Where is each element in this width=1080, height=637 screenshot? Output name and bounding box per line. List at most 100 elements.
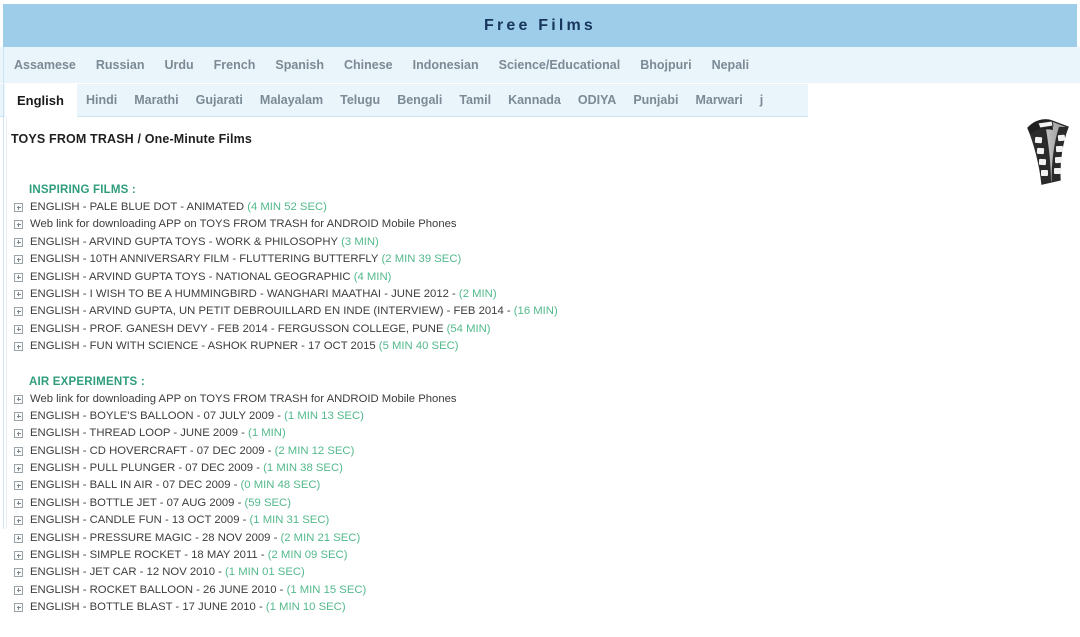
list-item[interactable]: ENGLISH - CD HOVERCRAFT - 07 DEC 2009 - …: [11, 443, 1011, 460]
expand-plus-icon[interactable]: [14, 203, 23, 212]
expand-plus-icon[interactable]: [14, 481, 23, 491]
film-title-link[interactable]: ENGLISH - 10TH ANNIVERSARY FILM - FLUTTE…: [30, 251, 378, 268]
nav-tab-marathi[interactable]: Marathi: [134, 93, 178, 107]
film-title-link[interactable]: ENGLISH - SIMPLE ROCKET - 18 MAY 2011 -: [30, 547, 265, 564]
film-title-link[interactable]: ENGLISH - I WISH TO BE A HUMMINGBIRD - W…: [30, 286, 456, 303]
film-title-link[interactable]: ENGLISH - PULL PLUNGER - 07 DEC 2009 -: [30, 460, 260, 477]
film-title-link[interactable]: ENGLISH - JET CAR - 12 NOV 2010 -: [30, 564, 222, 581]
expand-plus-icon[interactable]: [14, 464, 23, 474]
film-title-link[interactable]: ENGLISH - BALL IN AIR - 07 DEC 2009 -: [30, 477, 237, 494]
nav-tab-nepali[interactable]: Nepali: [712, 58, 750, 72]
expand-plus-icon[interactable]: [14, 272, 23, 282]
list-item[interactable]: ENGLISH - PROF. GANESH DEVY - FEB 2014 -…: [11, 321, 1011, 338]
list-item[interactable]: ENGLISH - FUN WITH SCIENCE - ASHOK RUPNE…: [11, 338, 1011, 355]
film-duration: (2 MIN 12 SEC): [271, 444, 355, 457]
list-item[interactable]: ENGLISH - ARVIND GUPTA TOYS - NATIONAL G…: [11, 269, 1011, 286]
nav-tab-odiya[interactable]: ODIYA: [578, 93, 616, 107]
list-item[interactable]: ENGLISH - THREAD LOOP - JUNE 2009 - (1 M…: [11, 425, 1011, 442]
nav-tab-gujarati[interactable]: Gujarati: [196, 93, 243, 107]
list-item[interactable]: ENGLISH - JET CAR - 12 NOV 2010 - (1 MIN…: [11, 564, 1011, 581]
nav-tab-telugu[interactable]: Telugu: [340, 93, 380, 107]
page-title-banner: Free Films: [483, 16, 597, 34]
film-title-link[interactable]: Web link for downloading APP on TOYS FRO…: [30, 216, 457, 233]
list-item[interactable]: ENGLISH - BALL IN AIR - 07 DEC 2009 - (0…: [11, 477, 1011, 494]
expand-plus-icon[interactable]: [14, 516, 23, 526]
list-item[interactable]: Web link for downloading APP on TOYS FRO…: [11, 216, 1011, 233]
expand-plus-icon[interactable]: [14, 498, 23, 508]
film-title-link[interactable]: ENGLISH - ROCKET BALLOON - 26 JUNE 2010 …: [30, 582, 283, 599]
film-duration: (1 MIN 01 SEC): [221, 566, 305, 579]
nav-tab-chinese[interactable]: Chinese: [344, 58, 393, 72]
film-title-link[interactable]: ENGLISH - ARVIND GUPTA, UN PETIT DEBROUI…: [30, 303, 511, 320]
nav-tab-marwari[interactable]: Marwari: [695, 93, 742, 107]
content-left-rule: [6, 117, 7, 529]
film-duration: (4 MIN 52 SEC): [244, 201, 327, 213]
nav-tab-urdu[interactable]: Urdu: [165, 58, 194, 72]
expand-plus-icon[interactable]: [14, 324, 23, 334]
nav-tab-science-educational[interactable]: Science/Educational: [499, 58, 621, 72]
expand-plus-icon[interactable]: [14, 255, 23, 265]
nav-tab-malayalam[interactable]: Malayalam: [260, 93, 323, 107]
film-title-link[interactable]: ENGLISH - CD HOVERCRAFT - 07 DEC 2009 -: [30, 443, 271, 460]
film-section: AIR EXPERIMENTS : Web link for downloadin…: [11, 376, 1011, 617]
nav-tab-assamese[interactable]: Assamese: [14, 58, 76, 72]
expand-plus-icon[interactable]: [14, 603, 23, 613]
list-item[interactable]: ENGLISH - PALE BLUE DOT - ANIMATED (4 MI…: [11, 199, 1011, 216]
expand-plus-icon[interactable]: [14, 411, 23, 421]
expand-plus-icon[interactable]: [14, 307, 23, 317]
expand-plus-icon[interactable]: [14, 585, 23, 595]
nav-tab-indonesian[interactable]: Indonesian: [413, 58, 479, 72]
film-title-link[interactable]: ENGLISH - BOTTLE JET - 07 AUG 2009 -: [30, 495, 241, 512]
nav-tab-hindi[interactable]: Hindi: [86, 93, 117, 107]
expand-plus-icon[interactable]: [14, 342, 23, 352]
film-duration: (1 MIN 15 SEC): [283, 583, 367, 596]
film-title-link[interactable]: ENGLISH - BOTTLE BLAST - 17 JUNE 2010 -: [30, 599, 263, 616]
list-item[interactable]: ENGLISH - ARVIND GUPTA, UN PETIT DEBROUI…: [11, 303, 1011, 320]
expand-plus-icon[interactable]: [14, 237, 23, 247]
film-title-link[interactable]: ENGLISH - FUN WITH SCIENCE - ASHOK RUPNE…: [30, 338, 376, 355]
expand-plus-icon[interactable]: [14, 220, 23, 230]
film-title-link[interactable]: ENGLISH - PRESSURE MAGIC - 28 NOV 2009 -: [30, 530, 277, 547]
film-title-link[interactable]: ENGLISH - THREAD LOOP - JUNE 2009 -: [30, 425, 245, 442]
list-item[interactable]: ENGLISH - BOTTLE BLAST - 17 JUNE 2010 - …: [11, 599, 1011, 616]
film-duration: (3 MIN): [338, 235, 379, 248]
nav-tab-bhojpuri[interactable]: Bhojpuri: [640, 58, 691, 72]
film-title-link[interactable]: ENGLISH - PALE BLUE DOT - ANIMATED: [30, 199, 244, 216]
nav-tab-english[interactable]: English: [5, 83, 77, 117]
list-item[interactable]: ENGLISH - BOYLE'S BALLOON - 07 JULY 2009…: [11, 408, 1011, 425]
film-title-link[interactable]: ENGLISH - ARVIND GUPTA TOYS - WORK & PHI…: [30, 234, 338, 251]
expand-plus-icon[interactable]: [14, 394, 23, 404]
list-item[interactable]: ENGLISH - PULL PLUNGER - 07 DEC 2009 - (…: [11, 460, 1011, 477]
list-item[interactable]: ENGLISH - ROCKET BALLOON - 26 JUNE 2010 …: [11, 582, 1011, 599]
film-title-link[interactable]: ENGLISH - PROF. GANESH DEVY - FEB 2014 -…: [30, 321, 444, 338]
nav-tab-french[interactable]: French: [214, 58, 256, 72]
nav-tab-kannada[interactable]: Kannada: [508, 93, 561, 107]
film-title-link[interactable]: ENGLISH - BOYLE'S BALLOON - 07 JULY 2009…: [30, 408, 281, 425]
main-content: TOYS FROM TRASH / One-Minute Films INSPI…: [11, 132, 1011, 637]
nav-tab-punjabi[interactable]: Punjabi: [633, 93, 678, 107]
list-item[interactable]: ENGLISH - I WISH TO BE A HUMMINGBIRD - W…: [11, 286, 1011, 303]
film-title-link[interactable]: ENGLISH - CANDLE FUN - 13 OCT 2009 -: [30, 512, 246, 529]
film-title-link[interactable]: Web link for downloading APP on TOYS FRO…: [30, 391, 457, 408]
expand-plus-icon[interactable]: [14, 289, 23, 299]
expand-plus-icon[interactable]: [14, 568, 23, 578]
nav-tab-russian[interactable]: Russian: [96, 58, 145, 72]
film-list: Web link for downloading APP on TOYS FRO…: [11, 391, 1011, 617]
nav-tab-spanish[interactable]: Spanish: [275, 58, 324, 72]
list-item[interactable]: ENGLISH - SIMPLE ROCKET - 18 MAY 2011 - …: [11, 547, 1011, 564]
sections-container: INSPIRING FILMS : ENGLISH - PALE BLUE DOT…: [11, 184, 1011, 617]
nav-tab-bengali[interactable]: Bengali: [397, 93, 442, 107]
list-item[interactable]: ENGLISH - CANDLE FUN - 13 OCT 2009 - (1 …: [11, 512, 1011, 529]
list-item[interactable]: Web link for downloading APP on TOYS FRO…: [11, 391, 1011, 408]
nav-tab-j[interactable]: j: [760, 93, 763, 107]
expand-plus-icon[interactable]: [14, 429, 23, 439]
list-item[interactable]: ENGLISH - ARVIND GUPTA TOYS - WORK & PHI…: [11, 234, 1011, 251]
expand-plus-icon[interactable]: [14, 533, 23, 543]
film-title-link[interactable]: ENGLISH - ARVIND GUPTA TOYS - NATIONAL G…: [30, 269, 351, 286]
nav-tab-tamil[interactable]: Tamil: [459, 93, 491, 107]
list-item[interactable]: ENGLISH - PRESSURE MAGIC - 28 NOV 2009 -…: [11, 530, 1011, 547]
expand-plus-icon[interactable]: [14, 551, 23, 561]
expand-plus-icon[interactable]: [14, 446, 23, 456]
list-item[interactable]: ENGLISH - BOTTLE JET - 07 AUG 2009 - (59…: [11, 495, 1011, 512]
list-item[interactable]: ENGLISH - 10TH ANNIVERSARY FILM - FLUTTE…: [11, 251, 1011, 268]
